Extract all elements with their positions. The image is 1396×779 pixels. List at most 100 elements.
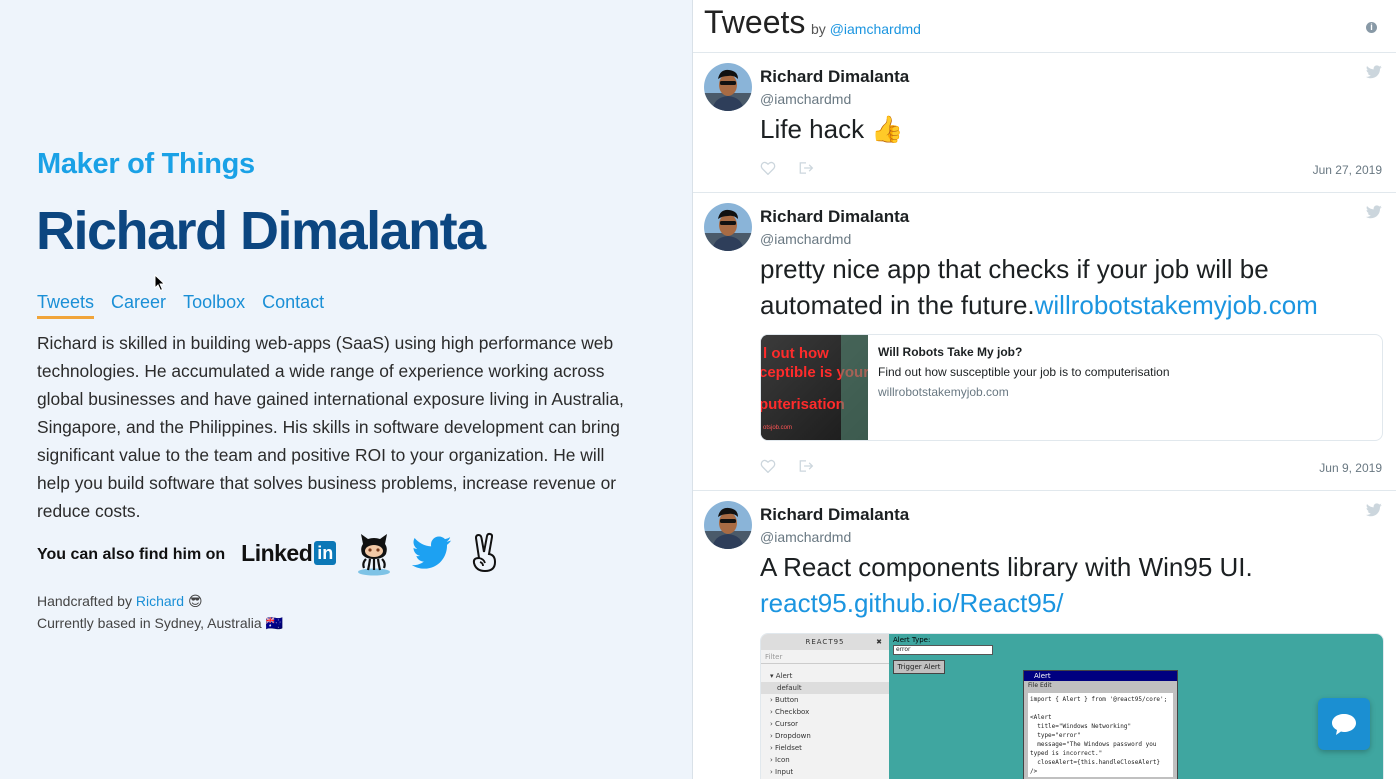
media-list-item: ▾ Alert <box>770 672 793 680</box>
footer-credit: Handcrafted by Richard 😎 <box>37 590 283 612</box>
tweet[interactable]: Richard Dimalanta @iamchardmd A React co… <box>693 491 1396 779</box>
footer-location-line: Currently based in Sydney, Australia 🇦🇺 <box>37 612 283 634</box>
tweet-author-handle[interactable]: @iamchardmd <box>760 231 851 247</box>
timeline-header: Tweets by @iamchardmd i <box>693 0 1396 53</box>
twitter-bird-icon[interactable] <box>1366 205 1382 219</box>
footer: Handcrafted by Richard 😎 Currently based… <box>37 590 283 634</box>
like-heart-icon[interactable] <box>760 161 776 175</box>
media-list-item: › Button <box>770 696 799 704</box>
tweet-text: A React components library with Win95 UI… <box>760 549 1390 621</box>
media-alert-type-select: error <box>893 645 993 655</box>
timeline-handle-link[interactable]: @iamchardmd <box>830 21 921 37</box>
media-list-item: › Cursor <box>770 720 799 728</box>
tweet[interactable]: Richard Dimalanta @iamchardmd pretty nic… <box>693 193 1396 491</box>
twitter-icon[interactable] <box>412 536 452 570</box>
timeline-by: by <box>811 21 826 37</box>
footer-author-link[interactable]: Richard <box>136 593 184 609</box>
tweet-author-name[interactable]: Richard Dimalanta <box>760 67 909 87</box>
nav-toolbox[interactable]: Toolbox <box>183 292 245 319</box>
avatar[interactable] <box>704 203 752 251</box>
tweet-date[interactable]: Jun 27, 2019 <box>1313 163 1382 177</box>
angellist-icon[interactable] <box>470 532 500 574</box>
media-list-item-label: Checkbox <box>775 708 810 716</box>
info-icon[interactable]: i <box>1366 22 1377 33</box>
twitter-bird-icon[interactable] <box>1366 65 1382 79</box>
twitter-bird-icon[interactable] <box>1366 503 1382 517</box>
media-alert-window: Alert File Edit import { Alert } from '@… <box>1023 670 1178 779</box>
github-octocat-icon[interactable] <box>354 530 394 576</box>
profile-panel: Maker of Things Richard Dimalanta Tweets… <box>0 0 692 779</box>
media-list-item-label: Fieldset <box>775 744 802 752</box>
tweet-author-name[interactable]: Richard Dimalanta <box>760 207 909 227</box>
media-list-item: › Fieldset <box>770 744 802 752</box>
tweet-author-name[interactable]: Richard Dimalanta <box>760 505 909 525</box>
footer-location: Currently based in Sydney, Australia <box>37 615 262 631</box>
profile-name: Richard Dimalanta <box>36 201 486 261</box>
media-list-item-label: Alert <box>775 672 793 680</box>
media-list-item: default <box>761 682 889 694</box>
social-links: You can also find him on Linked in <box>37 530 518 576</box>
nav-career[interactable]: Career <box>111 292 166 319</box>
tweet-text: Life hack 👍 <box>760 111 1390 147</box>
tweet-author-handle[interactable]: @iamchardmd <box>760 529 851 545</box>
tweet[interactable]: Richard Dimalanta @iamchardmd Life hack … <box>693 53 1396 193</box>
tweet-media-screenshot[interactable]: REACT95 ✖ Filter ▾ Alert default › Butto… <box>760 633 1384 779</box>
tweet-text-body: Life hack <box>760 114 865 144</box>
card-body: Will Robots Take My job? Find out how su… <box>868 335 1180 440</box>
tweet-actions <box>760 459 814 473</box>
media-list-item-label: Button <box>775 696 799 704</box>
card-thumbnail-line: puterisation <box>761 396 845 413</box>
media-list-item-label: Icon <box>775 756 790 764</box>
thumbs-up-emoji-icon: 👍 <box>871 114 904 144</box>
card-description: Find out how susceptible your job is to … <box>878 365 1170 379</box>
media-list-item: › Dropdown <box>770 732 811 740</box>
media-list-item: › Checkbox <box>770 708 810 716</box>
find-label: You can also find him on <box>37 546 226 563</box>
media-window-title: Alert <box>1024 671 1177 681</box>
tweet-link[interactable]: react95.github.io/React95/ <box>760 588 1064 618</box>
chat-bubble-icon <box>1332 714 1356 735</box>
media-sidebar-title-text: REACT95 <box>805 638 845 646</box>
media-sidebar-title: REACT95 ✖ <box>761 634 889 650</box>
card-title: Will Robots Take My job? <box>878 345 1023 359</box>
card-thumbnail-footer: otsjob.com <box>763 425 793 431</box>
media-sidebar: REACT95 ✖ Filter ▾ Alert default › Butto… <box>761 634 889 779</box>
bio-text: Richard is skilled in building web-apps … <box>37 333 624 521</box>
tweet-actions <box>760 161 814 175</box>
media-window-menu: File Edit <box>1028 682 1052 689</box>
chat-button[interactable] <box>1318 698 1370 750</box>
media-trigger-button: Trigger Alert <box>893 660 945 674</box>
media-alert-type-label: Alert Type: <box>893 636 931 644</box>
tweet-text-body: A React components library with Win95 UI… <box>760 552 1253 582</box>
card-thumbnail-line: l out how <box>763 345 829 362</box>
share-icon[interactable] <box>798 459 814 473</box>
timeline-title: Tweets <box>704 4 806 40</box>
mouse-cursor-icon <box>154 274 166 292</box>
tweet-link[interactable]: willrobotstakemyjob.com <box>1035 290 1318 320</box>
twitter-timeline[interactable]: Tweets by @iamchardmd i Richard Dimalant… <box>692 0 1396 779</box>
australia-flag-icon: 🇦🇺 <box>265 615 283 631</box>
linkedin-in-badge: in <box>314 541 337 565</box>
media-code-block: import { Alert } from '@react95/core'; <… <box>1028 693 1173 777</box>
avatar[interactable] <box>704 501 752 549</box>
media-list-item: › Input <box>770 768 794 776</box>
media-close-icon: ✖ <box>876 638 883 646</box>
media-list-item-label: Dropdown <box>775 732 811 740</box>
tagline: Maker of Things <box>37 148 255 180</box>
media-filter: Filter <box>761 650 889 664</box>
card-thumbnail: l out how ceptible is your puterisation … <box>761 335 868 440</box>
avatar[interactable] <box>704 63 752 111</box>
timeline-byline: by @iamchardmd <box>811 21 921 37</box>
media-list-item: › Icon <box>770 756 790 764</box>
tweet-author-handle[interactable]: @iamchardmd <box>760 91 851 107</box>
nav-tweets[interactable]: Tweets <box>37 292 95 319</box>
share-icon[interactable] <box>798 161 814 175</box>
media-list-item-label: Cursor <box>775 720 799 728</box>
link-preview-card[interactable]: l out how ceptible is your puterisation … <box>760 334 1383 441</box>
linkedin-icon[interactable]: Linked in <box>241 540 337 567</box>
tweet-date[interactable]: Jun 9, 2019 <box>1319 461 1382 475</box>
footer-handcrafted: Handcrafted by <box>37 593 132 609</box>
like-heart-icon[interactable] <box>760 459 776 473</box>
nav-contact[interactable]: Contact <box>262 292 324 319</box>
media-list-item-label: Input <box>775 768 794 776</box>
